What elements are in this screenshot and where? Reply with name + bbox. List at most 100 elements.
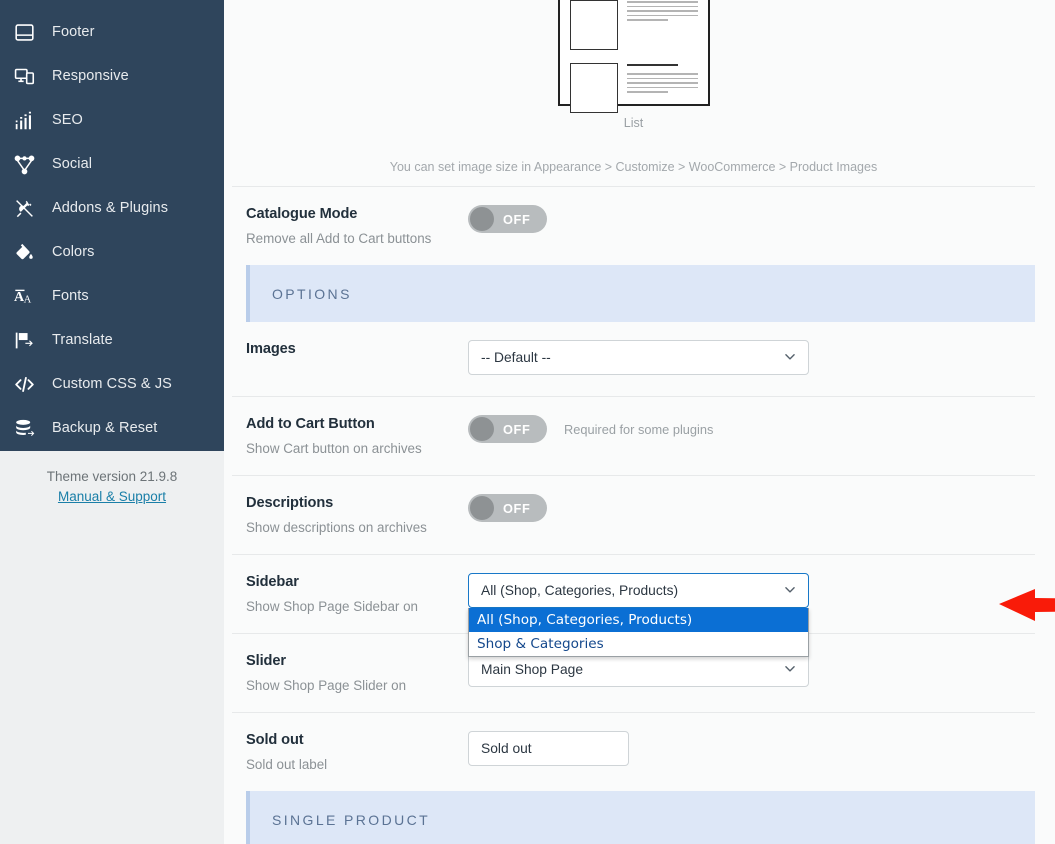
- row-subtitle: Remove all Add to Cart buttons: [246, 231, 432, 246]
- sidebar-item-label: Colors: [52, 244, 95, 260]
- images-select[interactable]: -- Default --: [468, 340, 809, 375]
- sidebar-item-label: Footer: [52, 24, 95, 40]
- sold-out-label-input[interactable]: Sold out: [468, 731, 629, 766]
- row-control: -- Default --: [468, 338, 1035, 375]
- slider-select-value: Main Shop Page: [481, 662, 584, 677]
- sidebar-item-label: Social: [52, 156, 93, 172]
- sidebar-item-label: Addons & Plugins: [52, 200, 169, 216]
- row-control: OFF: [468, 203, 1035, 233]
- descriptions-toggle[interactable]: OFF: [468, 494, 547, 522]
- add-to-cart-toggle[interactable]: OFF: [468, 415, 547, 443]
- dropdown-option[interactable]: All (Shop, Categories, Products): [469, 608, 808, 632]
- toggle-state-label: OFF: [503, 421, 531, 437]
- row-label-group: Catalogue Mode Remove all Add to Cart bu…: [246, 203, 468, 249]
- sidebar-item-colors[interactable]: Colors: [0, 230, 224, 274]
- add-to-cart-note: Required for some plugins: [564, 422, 714, 437]
- database-backup-icon: [14, 415, 48, 441]
- row-subtitle: Show Cart button on archives: [246, 441, 422, 456]
- sidebar-item-responsive[interactable]: Responsive: [0, 54, 224, 98]
- sold-out-input-value: Sold out: [481, 741, 532, 756]
- sidebar-item-label: Fonts: [52, 288, 89, 304]
- svg-text:A: A: [24, 294, 32, 305]
- row-label-group: Add to Cart Button Show Cart button on a…: [246, 413, 468, 459]
- toggle-knob: [470, 496, 494, 520]
- section-header-label: OPTIONS: [272, 285, 352, 302]
- row-subtitle: Show descriptions on archives: [246, 520, 427, 535]
- row-label-group: Slider Show Shop Page Slider on: [246, 650, 468, 696]
- row-subtitle: Show Shop Page Sidebar on: [246, 599, 418, 614]
- thumbnail-row: [569, 50, 698, 113]
- code-brackets-icon: [14, 371, 48, 397]
- paint-bucket-icon: [14, 239, 48, 265]
- catalogue-mode-toggle[interactable]: OFF: [468, 205, 547, 233]
- row-control: All (Shop, Categories, Products) All (Sh…: [468, 571, 1035, 657]
- row-images: Images -- Default --: [232, 322, 1035, 396]
- row-control: OFF Required for some plugins: [468, 413, 1035, 443]
- theme-version-text: Theme version 21.9.8: [46, 469, 178, 484]
- preview-caption: List: [623, 116, 644, 130]
- sidebar-footer: Theme version 21.9.8 Manual & Support: [0, 451, 224, 507]
- row-label-group: Sold out Sold out label: [246, 729, 468, 775]
- sidebar-select-dropdown[interactable]: All (Shop, Categories, Products) Shop & …: [468, 608, 809, 657]
- sidebar-item-label: SEO: [52, 112, 83, 128]
- section-header-single-product: SINGLE PRODUCT: [246, 791, 1035, 844]
- chevron-down-icon: [783, 661, 797, 678]
- sidebar-item-label: Responsive: [52, 68, 129, 84]
- sidebar-select[interactable]: All (Shop, Categories, Products): [468, 573, 809, 608]
- row-control: OFF: [468, 492, 1035, 522]
- main-content: List You can set image size in Appearanc…: [224, 0, 1055, 844]
- row-label-group: Images: [246, 338, 468, 359]
- sidebar-item-backup-reset[interactable]: Backup & Reset: [0, 406, 224, 450]
- row-add-to-cart-button: Add to Cart Button Show Cart button on a…: [232, 396, 1035, 475]
- sidebar-item-translate[interactable]: Translate: [0, 318, 224, 362]
- row-title: Slider: [246, 653, 286, 669]
- sidebar-item-label: Custom CSS & JS: [52, 376, 172, 392]
- sidebar: Footer Responsive SEO Social Addons & Pl…: [0, 0, 224, 844]
- layout-preview: List You can set image size in Appearanc…: [232, 0, 1035, 186]
- thumbnail-text-lines: [626, 63, 698, 96]
- row-title: Add to Cart Button: [246, 416, 375, 432]
- toggle-state-label: OFF: [503, 211, 531, 227]
- sidebar-item-custom-css-js[interactable]: Custom CSS & JS: [0, 362, 224, 406]
- footer-layout-icon: [14, 19, 48, 45]
- row-subtitle: Sold out label: [246, 757, 328, 772]
- row-title: Catalogue Mode: [246, 206, 358, 222]
- dropdown-option[interactable]: Shop & Categories: [469, 632, 808, 656]
- sidebar-item-social[interactable]: Social: [0, 142, 224, 186]
- seo-bars-icon: [14, 107, 48, 133]
- responsive-devices-icon: [14, 63, 48, 89]
- fonts-aa-icon: A A: [14, 283, 48, 309]
- sidebar-item-footer[interactable]: Footer: [0, 10, 224, 54]
- plug-icon: [14, 195, 48, 221]
- sidebar-item-seo[interactable]: SEO: [0, 98, 224, 142]
- sidebar-select-value: All (Shop, Categories, Products): [481, 583, 679, 598]
- chevron-down-icon: [783, 349, 797, 366]
- row-control: Sold out: [468, 729, 1035, 766]
- manual-support-link[interactable]: Manual & Support: [58, 487, 166, 507]
- row-subtitle: Show Shop Page Slider on: [246, 678, 407, 693]
- images-select-value: -- Default --: [481, 350, 551, 365]
- slider-select[interactable]: Main Shop Page: [468, 652, 809, 687]
- sidebar-item-fonts[interactable]: A A Fonts: [0, 274, 224, 318]
- row-sold-out: Sold out Sold out label Sold out: [232, 712, 1035, 791]
- row-title: Descriptions: [246, 495, 334, 511]
- row-label-group: Descriptions Show descriptions on archiv…: [246, 492, 468, 538]
- sidebar-item-addons-plugins[interactable]: Addons & Plugins: [0, 186, 224, 230]
- thumbnail-image-placeholder: [569, 0, 618, 50]
- settings-panel: List You can set image size in Appearanc…: [232, 0, 1035, 844]
- toggle-state-label: OFF: [503, 500, 531, 516]
- thumbnail-row: [569, 0, 698, 50]
- sidebar-select-wrapper: All (Shop, Categories, Products) All (Sh…: [468, 573, 809, 657]
- sidebar-nav: Footer Responsive SEO Social Addons & Pl…: [0, 0, 224, 451]
- sidebar-item-label: Backup & Reset: [52, 420, 158, 436]
- list-layout-thumbnail[interactable]: [557, 0, 710, 113]
- row-label-group: Sidebar Show Shop Page Sidebar on: [246, 571, 468, 617]
- section-header-label: SINGLE PRODUCT: [272, 811, 431, 828]
- row-sidebar-option: Sidebar Show Shop Page Sidebar on All (S…: [232, 554, 1035, 657]
- row-catalogue-mode: Catalogue Mode Remove all Add to Cart bu…: [232, 186, 1035, 265]
- toggle-knob: [470, 207, 494, 231]
- translate-flag-icon: [14, 327, 48, 353]
- row-title: Images: [246, 341, 296, 357]
- social-share-icon: [14, 151, 48, 177]
- thumbnail-text-lines: [626, 0, 698, 24]
